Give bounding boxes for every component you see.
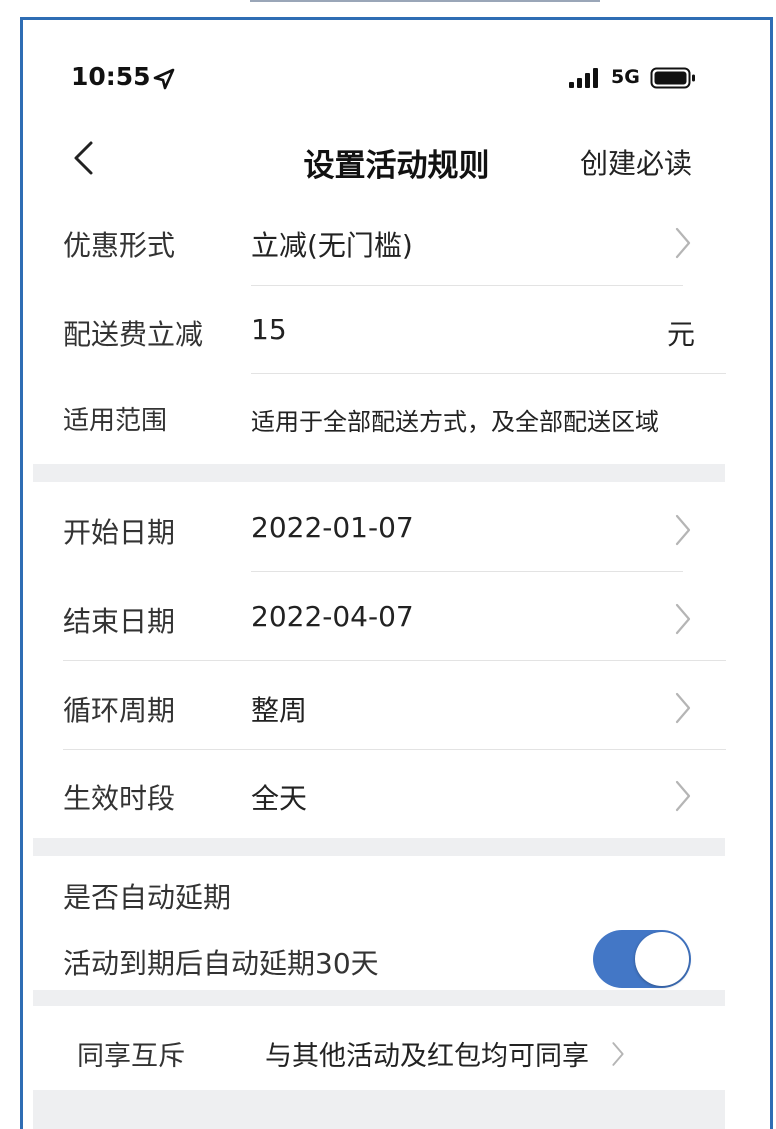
start-date-label: 开始日期 xyxy=(63,516,176,549)
chevron-right-icon xyxy=(612,1042,624,1066)
share-row[interactable]: 同享互斥 与其他活动及红包均可同享 xyxy=(23,1026,770,1078)
create-guide-link[interactable]: 创建必读 xyxy=(580,142,692,182)
time-period-row[interactable]: 生效时段 全天 xyxy=(23,769,770,821)
divider xyxy=(251,571,683,572)
divider xyxy=(63,660,726,661)
section-gap xyxy=(33,838,725,856)
delivery-fee-input[interactable]: 15 xyxy=(251,313,287,346)
delivery-fee-label: 配送费立减 xyxy=(63,318,204,351)
toggle-knob xyxy=(635,932,689,986)
battery-icon xyxy=(650,67,695,89)
signal-icon xyxy=(569,68,598,88)
cycle-value: 整周 xyxy=(251,694,308,727)
end-date-value: 2022-04-07 xyxy=(251,600,414,633)
share-label: 同享互斥 xyxy=(77,1041,185,1072)
section-gap xyxy=(33,464,725,482)
discount-form-row[interactable]: 优惠形式 立减(无门槛) xyxy=(23,216,770,268)
chevron-right-icon xyxy=(675,227,691,259)
top-edge-line xyxy=(250,0,600,2)
phone-screen: 10:55 5G 设置活动规则 创建必读 优惠形式 立减(无门槛) 配送费立减 … xyxy=(20,17,773,1129)
time-period-value: 全天 xyxy=(251,782,308,815)
end-date-row[interactable]: 结束日期 2022-04-07 xyxy=(23,592,770,644)
discount-form-value: 立减(无门槛) xyxy=(251,229,413,262)
bottom-section-gap xyxy=(33,1090,725,1129)
auto-extend-heading-row: 是否自动延期 xyxy=(23,872,770,918)
start-date-value: 2022-01-07 xyxy=(251,511,414,544)
auto-extend-toggle[interactable] xyxy=(593,930,691,988)
location-arrow-icon xyxy=(153,68,175,90)
chevron-right-icon xyxy=(675,780,691,812)
end-date-label: 结束日期 xyxy=(63,605,176,638)
delivery-fee-unit: 元 xyxy=(667,318,696,351)
status-bar: 10:55 5G xyxy=(23,60,770,100)
time-period-label: 生效时段 xyxy=(63,782,176,815)
nav-bar: 设置活动规则 创建必读 xyxy=(23,128,770,188)
section-gap xyxy=(33,990,725,1006)
divider xyxy=(63,749,726,750)
scope-value: 适用于全部配送方式，及全部配送区域 xyxy=(251,408,659,436)
scope-label: 适用范围 xyxy=(63,406,168,436)
scope-row: 适用范围 适用于全部配送方式，及全部配送区域 xyxy=(23,396,770,442)
chevron-right-icon xyxy=(675,603,691,635)
network-type: 5G xyxy=(611,66,640,88)
divider xyxy=(251,285,683,286)
back-chevron-icon[interactable] xyxy=(71,140,95,176)
auto-extend-description: 活动到期后自动延期30天 xyxy=(63,947,379,980)
status-time: 10:55 xyxy=(71,62,151,91)
delivery-fee-row: 配送费立减 15 元 xyxy=(23,305,770,357)
chevron-right-icon xyxy=(675,692,691,724)
share-value: 与其他活动及红包均可同享 xyxy=(265,1041,589,1072)
discount-form-label: 优惠形式 xyxy=(63,229,176,262)
cycle-label: 循环周期 xyxy=(63,694,176,727)
auto-extend-heading: 是否自动延期 xyxy=(63,881,232,914)
start-date-row[interactable]: 开始日期 2022-01-07 xyxy=(23,503,770,555)
chevron-right-icon xyxy=(675,514,691,546)
cycle-row[interactable]: 循环周期 整周 xyxy=(23,681,770,733)
divider xyxy=(251,373,726,374)
